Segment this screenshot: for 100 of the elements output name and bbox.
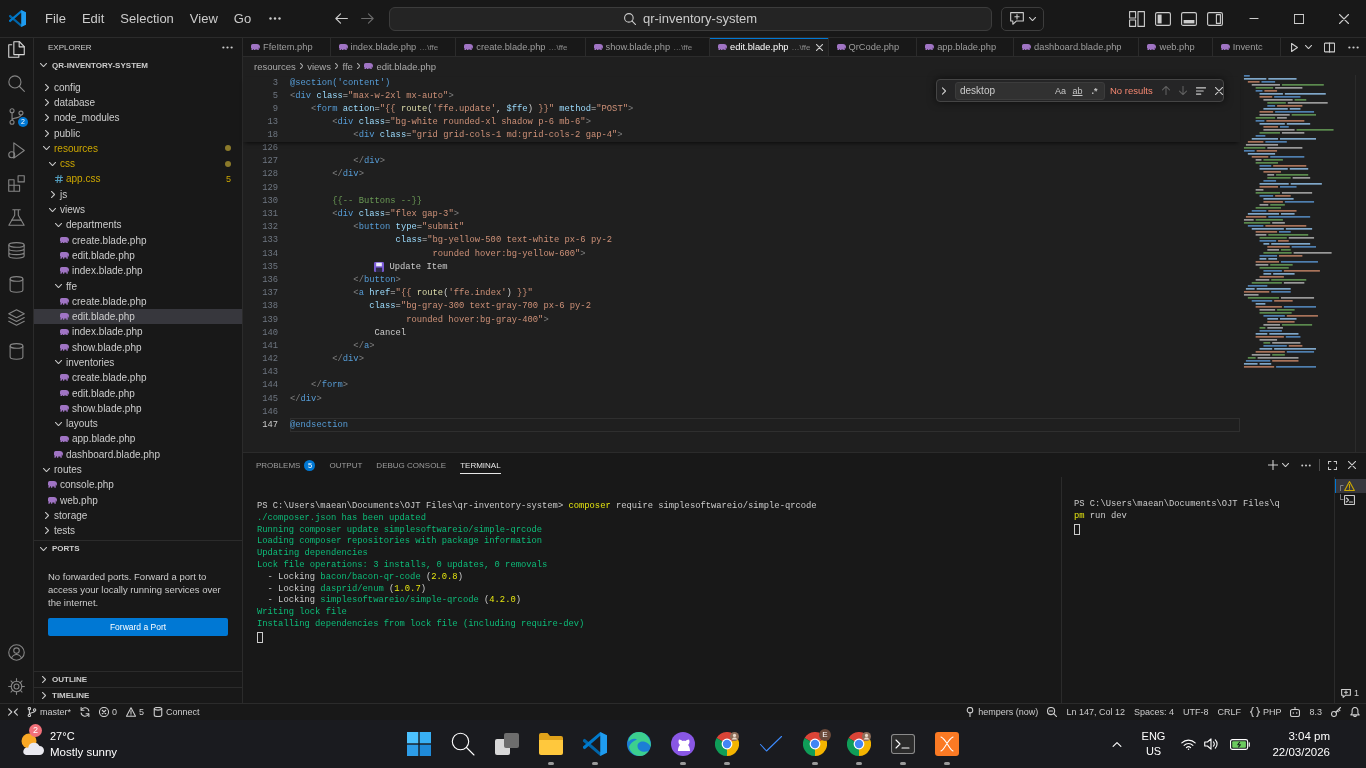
editor-tab[interactable]: web.php [1139, 38, 1213, 56]
close-icon[interactable] [816, 43, 823, 51]
tree-item[interactable]: dashboard.blade.php [34, 446, 242, 462]
more-icon[interactable] [1301, 463, 1311, 467]
tree-item[interactable]: ffe [34, 278, 242, 294]
menu-item[interactable]: Selection [112, 8, 182, 29]
caret-icon[interactable] [1282, 463, 1289, 467]
four-squares-icon[interactable] [407, 732, 431, 756]
tree-item[interactable]: app.blade.php [34, 431, 242, 447]
account-icon[interactable] [8, 644, 25, 662]
more-icon[interactable] [1348, 45, 1359, 49]
status-item[interactable]: UTF-8 [1182, 707, 1209, 717]
option-toggle[interactable]: ab [1070, 83, 1085, 98]
editor-tab[interactable]: index.blade.php …\ffe [330, 38, 457, 56]
tree-item[interactable]: database [34, 94, 242, 111]
lines-icon[interactable] [1195, 86, 1206, 95]
minimize-icon[interactable] [1248, 18, 1259, 19]
task-view-icon[interactable] [495, 732, 519, 756]
source-control-icon[interactable] [8, 108, 25, 126]
section-header[interactable]: OUTLINE [34, 672, 242, 687]
tree-item[interactable]: app.css 5 [34, 171, 242, 187]
status-item[interactable]: master* [27, 707, 71, 717]
status-item[interactable]: hempers (now) [965, 707, 1039, 717]
forward-port-button[interactable]: Forward a Port [48, 618, 228, 636]
find-field[interactable]: desktop Aa ab .* [955, 81, 1105, 100]
chevron-up-icon[interactable] [1111, 741, 1122, 747]
editor-tab[interactable]: FfeItem.php [243, 38, 331, 56]
status-item[interactable]: Spaces: 4 [1133, 707, 1174, 717]
speaker-icon[interactable] [1204, 738, 1219, 750]
editor-tab[interactable]: app.blade.php [917, 38, 1015, 56]
tree-item[interactable]: edit.blade.php [34, 385, 242, 401]
editor-tab[interactable]: create.blade.php …\ffe [456, 38, 586, 56]
option-toggle[interactable]: .* [1087, 83, 1102, 98]
checkmark-icon[interactable] [759, 735, 783, 753]
status-item[interactable]: Ln 147, Col 12 [1066, 707, 1125, 717]
tree-item[interactable]: layouts [34, 416, 242, 432]
tree-item[interactable]: inventories [34, 354, 242, 371]
status-item[interactable]: 8.3 [1309, 707, 1322, 717]
tree-item[interactable]: edit.blade.php [34, 308, 242, 325]
plus-icon[interactable] [1268, 460, 1278, 470]
ribbon-logo-icon[interactable] [583, 732, 607, 756]
sync-icon[interactable] [80, 707, 90, 717]
section-header[interactable]: PORTS [34, 541, 242, 556]
terminal-tab[interactable]: └ [1335, 493, 1366, 507]
layout-toggle-icon[interactable] [1207, 10, 1223, 27]
remote-icon[interactable] [8, 707, 18, 717]
breadcrumb-item[interactable]: views [307, 60, 331, 72]
tree-item[interactable]: storage [34, 507, 242, 524]
tree-item[interactable]: show.blade.php [34, 339, 242, 355]
settings-icon[interactable] [8, 677, 25, 695]
browser-logo-icon[interactable] [715, 732, 739, 756]
search-field[interactable]: qr-inventory-system [389, 6, 992, 31]
layout-toggle-icon[interactable] [1181, 10, 1197, 27]
more-icon[interactable] [269, 17, 282, 20]
layout-toggle-icon[interactable] [1155, 10, 1171, 27]
status-item[interactable]: 5 [126, 707, 145, 717]
maximize-icon[interactable] [1328, 460, 1337, 470]
wifi-icon[interactable] [1181, 738, 1197, 750]
status-item[interactable]: Connect [153, 707, 200, 717]
cat-logo-icon[interactable] [671, 732, 695, 756]
tree-item[interactable]: departments [34, 217, 242, 233]
battery-icon[interactable] [1230, 738, 1251, 750]
menu-item[interactable]: View [181, 8, 226, 29]
browser-logo-icon[interactable] [803, 732, 827, 756]
menu-item[interactable]: Go [225, 8, 260, 29]
chevron-icon[interactable] [942, 86, 946, 95]
editor-tab[interactable]: edit.blade.php …\ffe [710, 38, 829, 56]
breadcrumb-item[interactable]: edit.blade.php [364, 60, 437, 72]
tree-item[interactable]: public [34, 125, 242, 141]
folder-header[interactable]: QR-INVENTORY-SYSTEM [34, 56, 242, 74]
back-arrow-icon[interactable] [335, 13, 348, 24]
more-icon[interactable] [222, 45, 233, 49]
status-item[interactable]: CRLF [1217, 707, 1241, 717]
tree-item[interactable]: console.php [34, 477, 242, 493]
zoom-out-icon[interactable] [1047, 707, 1058, 717]
search-icon[interactable] [451, 732, 475, 756]
run-icon[interactable] [1291, 42, 1298, 52]
tree-item[interactable]: tests [34, 523, 242, 539]
status-item[interactable]: PHP [1249, 707, 1282, 717]
section-header[interactable]: TIMELINE [34, 688, 242, 703]
tree-item[interactable]: index.blade.php [34, 263, 242, 279]
forward-arrow-icon[interactable] [361, 13, 374, 24]
browser-logo-icon[interactable] [847, 732, 871, 756]
files-icon[interactable] [8, 41, 25, 59]
close-icon[interactable] [1214, 86, 1223, 95]
cylinder-icon[interactable] [8, 275, 25, 293]
terminal-tab[interactable]: ┌ [1335, 479, 1366, 493]
robot-icon[interactable] [1290, 707, 1301, 717]
maximize-icon[interactable] [1293, 13, 1304, 24]
status-item[interactable]: 0 [99, 707, 118, 717]
tree-item[interactable]: index.blade.php [34, 324, 242, 340]
run-debug-icon[interactable] [8, 141, 25, 159]
tree-item[interactable]: create.blade.php [34, 370, 242, 386]
breadcrumb-item[interactable]: ffe [342, 60, 353, 72]
panel-tab[interactable]: TERMINAL [460, 457, 501, 474]
option-toggle[interactable]: Aa [1053, 83, 1068, 98]
key-icon[interactable] [1331, 707, 1341, 717]
editor-tab[interactable]: QrCode.php [828, 38, 918, 56]
tree-item[interactable]: views [34, 201, 242, 218]
database-icon[interactable] [8, 242, 25, 260]
